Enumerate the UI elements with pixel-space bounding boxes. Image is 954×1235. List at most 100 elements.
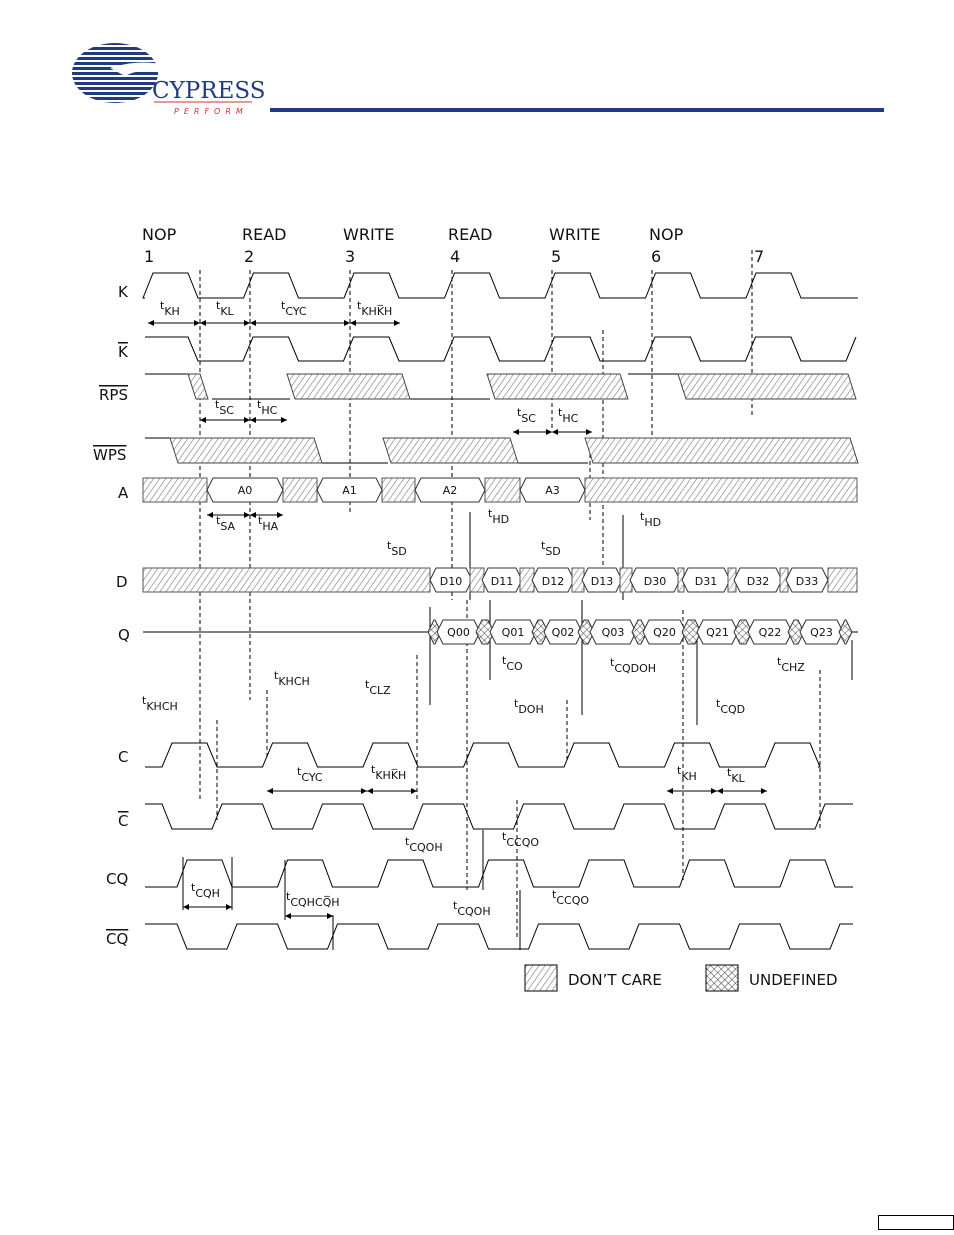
data-out-label: Q00 xyxy=(447,626,470,639)
cycle-number-label: 5 xyxy=(551,247,561,266)
timing-subscript: DOH xyxy=(518,703,543,716)
address-dont-care-region xyxy=(381,477,416,503)
timing-subscript: CLZ xyxy=(369,684,391,697)
page-number-box xyxy=(878,1215,954,1230)
timing-parameter-label: tDOH xyxy=(514,697,544,716)
data-in-label: D30 xyxy=(644,575,666,588)
timing-subscript: HA xyxy=(262,520,278,533)
cycle-number-label: 7 xyxy=(754,247,764,266)
timing-subscript: CQH xyxy=(195,887,220,900)
timing-parameter-label: tCCQO xyxy=(552,888,589,907)
signal-name-cq: CQ xyxy=(106,870,128,888)
timing-subscript: CHZ xyxy=(781,661,805,674)
cycle-number-label: 6 xyxy=(651,247,661,266)
dont-care-legend-label: DON’T CARE xyxy=(568,971,662,989)
cycle-command-label: WRITE xyxy=(343,225,395,244)
timing-parameter-label: tSC xyxy=(215,398,234,417)
timing-subscript: CQOH xyxy=(457,905,490,918)
timing-parameter-label: tCQH xyxy=(191,881,220,900)
timing-parameter-label: tCYC xyxy=(297,765,323,784)
data-out-label: Q02 xyxy=(552,626,575,639)
signal-name-a: A xyxy=(118,484,129,502)
timing-subscript: CQOH xyxy=(409,841,442,854)
timing-parameter-label: tKH xyxy=(160,299,180,318)
timing-subscript: CQHCQ̅H xyxy=(290,896,339,909)
cycle-command-label: READ xyxy=(242,225,287,244)
cycle-number-label: 3 xyxy=(345,247,355,266)
c-bar-clock-waveform xyxy=(145,803,853,830)
timing-diagram: A0 A1 A2 A3D10 D11 D12 D13 D30 D31 D32 D33Q00 Q01 Q0… xyxy=(93,225,859,992)
timing-subscript: HD xyxy=(492,513,509,526)
timing-subscript: SC xyxy=(219,404,234,417)
timing-parameter-label: tHD xyxy=(488,507,509,526)
signal-name-wps: WPS xyxy=(93,446,126,464)
timing-subscript: CYC xyxy=(285,305,307,318)
data-out-label: Q23 xyxy=(810,626,833,639)
data-out-label: Q21 xyxy=(706,626,729,639)
timing-subscript: KL xyxy=(220,305,234,318)
signal-name-c: C xyxy=(118,812,128,830)
rps-dont-care-region xyxy=(187,373,209,400)
address-value-label: A1 xyxy=(342,484,357,497)
timing-parameter-label: tCCQO xyxy=(502,830,539,849)
wps-dont-care-region xyxy=(169,437,323,464)
timing-parameter-label: tHC xyxy=(257,398,278,417)
timing-parameter-label: tKHK̅H xyxy=(371,763,406,782)
c-clock-waveform xyxy=(145,742,821,768)
wps-dont-care-region xyxy=(584,437,859,464)
timing-parameter-label: tCO xyxy=(502,654,523,673)
timing-parameter-label: tKHCH xyxy=(142,694,178,713)
cycle-command-label: NOP xyxy=(142,225,177,244)
timing-diagram-page: CYPRESS PERFORM A0 A1 A2 A3 D10 D11 D12 D13 D30 D… xyxy=(0,0,954,1235)
timing-subscript: HC xyxy=(562,412,578,425)
timing-subscript: CYC xyxy=(301,771,323,784)
timing-parameter-label: tCQD xyxy=(716,697,745,716)
timing-subscript: CQDOH xyxy=(614,662,656,675)
timing-parameter-label: tKH xyxy=(677,764,697,783)
timing-subscript: CCQO xyxy=(506,836,539,849)
cycle-command-label: READ xyxy=(448,225,493,244)
timing-subscript: KH xyxy=(164,305,180,318)
data-in-dont-care-region xyxy=(827,567,858,593)
timing-parameter-label: tKL xyxy=(727,766,746,785)
rps-dont-care-region xyxy=(677,373,857,400)
cq-waveform xyxy=(145,859,853,888)
data-in-label: D11 xyxy=(491,575,513,588)
cq-bar-waveform xyxy=(145,923,853,950)
address-value-label: A2 xyxy=(443,484,458,497)
timing-subscript: KHCH xyxy=(146,700,177,713)
timing-parameter-label: tCQOH xyxy=(405,835,443,854)
timing-subscript: SC xyxy=(521,412,536,425)
timing-parameter-label: tKHK̅H xyxy=(357,299,392,318)
address-dont-care-region xyxy=(142,477,208,503)
timing-subscript: SD xyxy=(545,545,560,558)
signal-name-rps: RPS xyxy=(99,386,128,404)
signal-name-k: K xyxy=(118,283,129,301)
timing-subscript: CQD xyxy=(720,703,745,716)
timing-parameter-label: tCQOH xyxy=(453,899,491,918)
timing-parameter-label: tCHZ xyxy=(777,655,805,674)
data-in-label: D33 xyxy=(796,575,818,588)
address-dont-care-region xyxy=(584,477,858,503)
rps-dont-care-region xyxy=(286,373,411,400)
timing-parameter-label: tKHCH xyxy=(274,669,310,688)
data-in-label: D31 xyxy=(695,575,717,588)
undefined-legend-swatch xyxy=(705,964,739,992)
k-bar-clock-waveform xyxy=(145,336,857,362)
timing-parameter-label: tKL xyxy=(216,299,235,318)
timing-subscript: KL xyxy=(731,772,745,785)
cycle-command-label: WRITE xyxy=(549,225,601,244)
cycle-number-label: 1 xyxy=(144,247,154,266)
timing-parameter-label: tCYC xyxy=(281,299,307,318)
cycle-number-label: 2 xyxy=(244,247,254,266)
signal-name-cq: CQ xyxy=(106,930,128,948)
timing-subscript: SD xyxy=(391,545,406,558)
timing-subscript: KHCH xyxy=(278,675,309,688)
timing-parameter-label: tSD xyxy=(387,539,407,558)
timing-parameter-label: tHA xyxy=(258,514,279,533)
timing-subscript: CO xyxy=(506,660,523,673)
signal-name-q: Q xyxy=(118,626,130,644)
timing-parameter-label: tCQHCQ̅H xyxy=(286,890,340,909)
timing-subscript: KHK̅H xyxy=(375,769,406,782)
data-out-undefined-region xyxy=(838,619,853,645)
